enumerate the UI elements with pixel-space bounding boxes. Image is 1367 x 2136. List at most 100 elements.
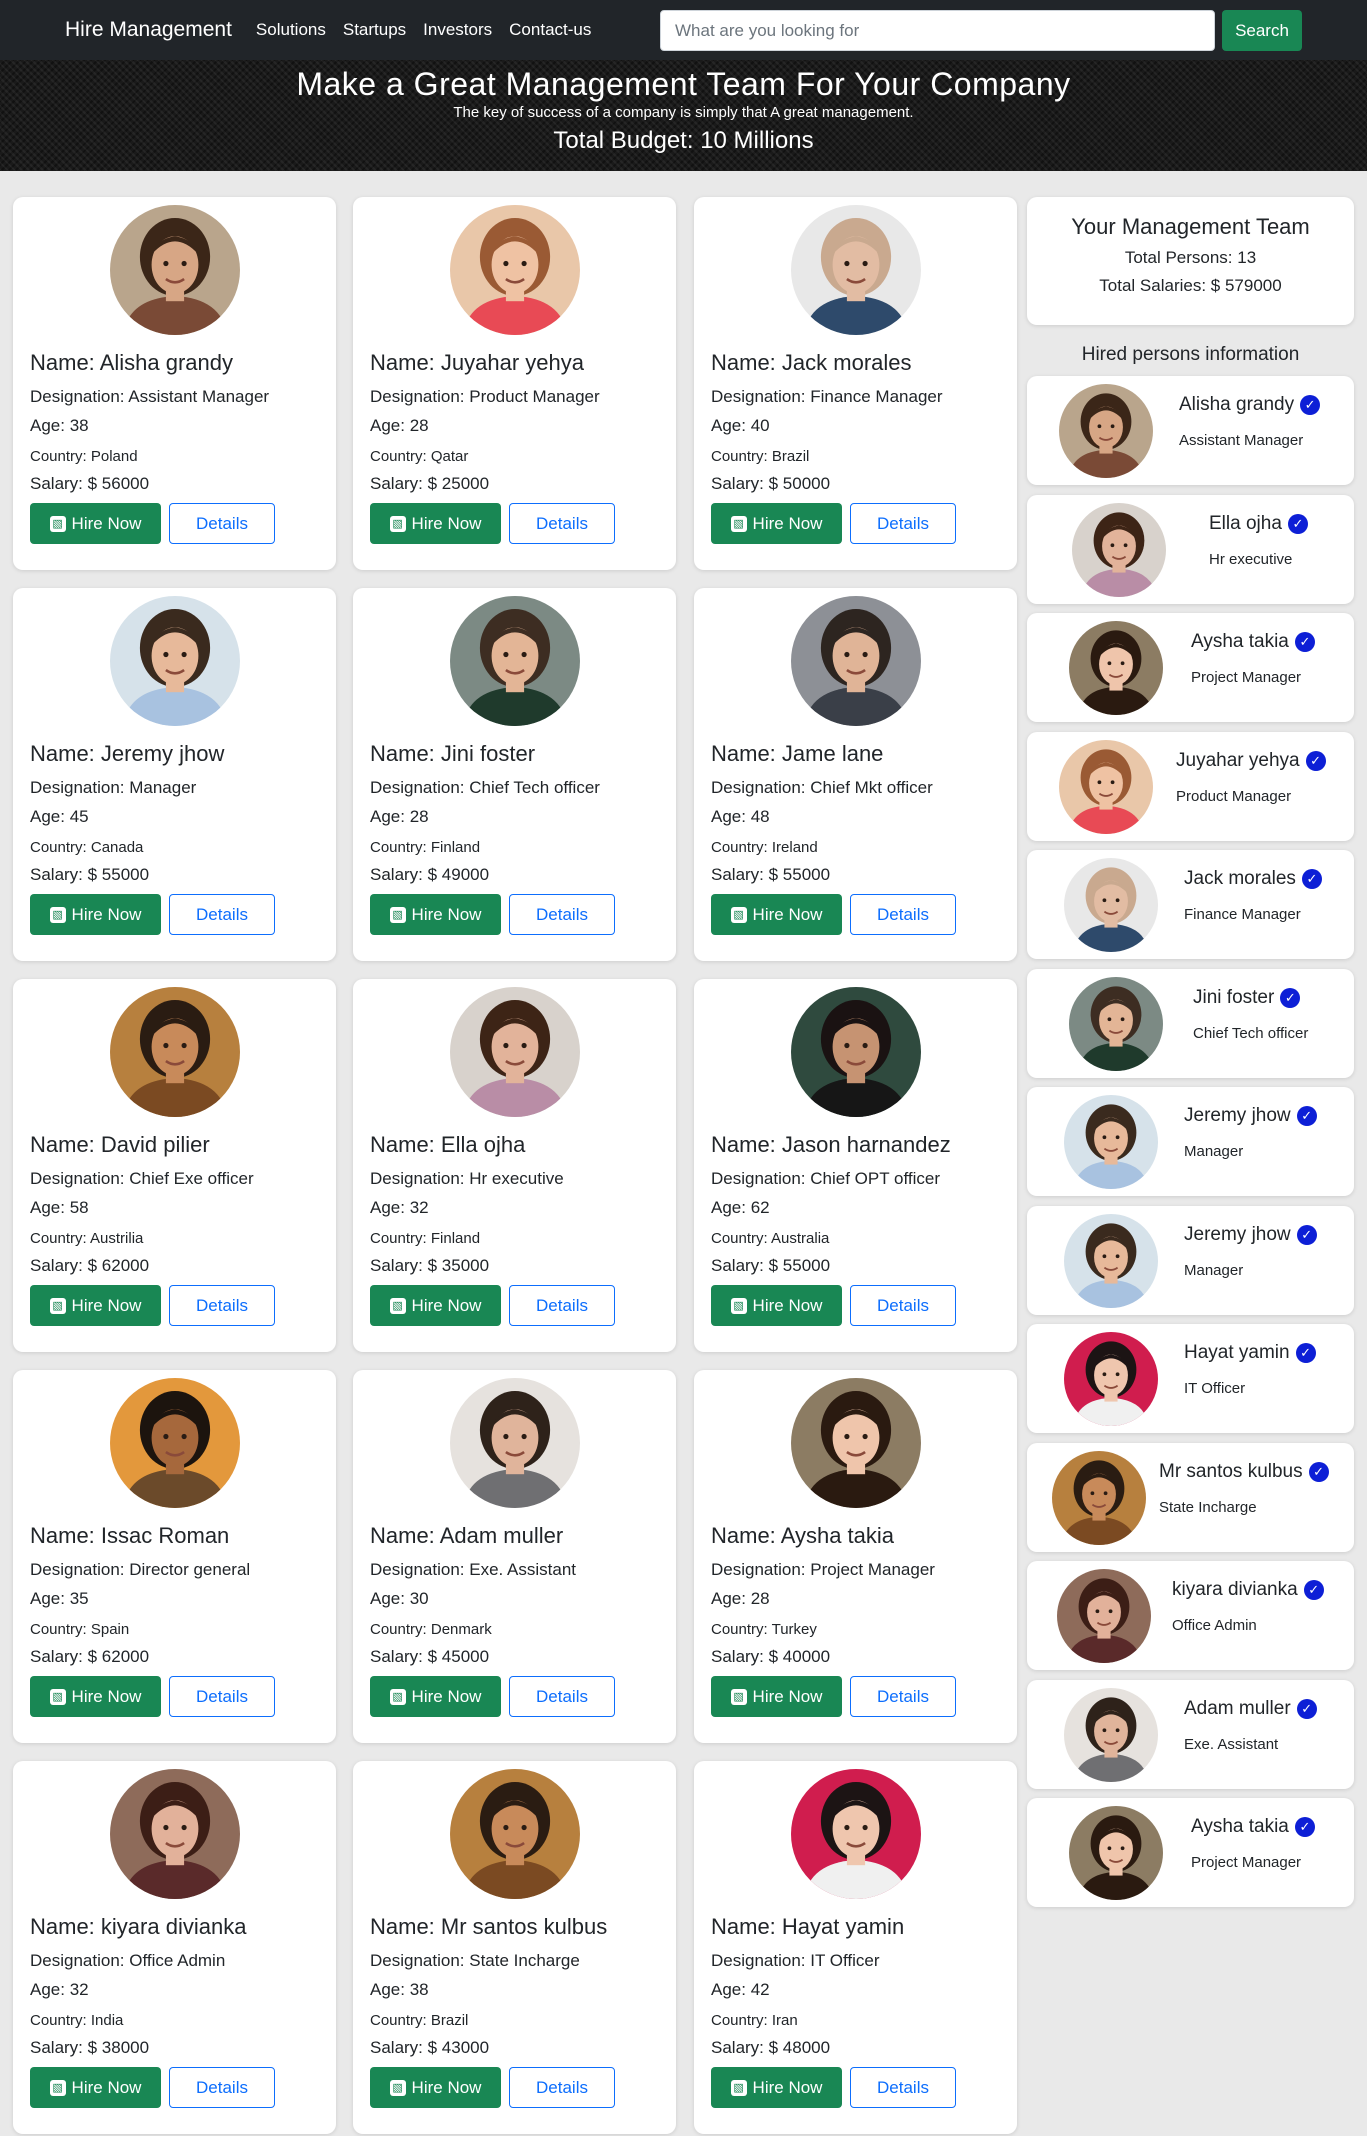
details-button[interactable]: Details [169, 1285, 275, 1326]
candidate-salary: Salary: $ 45000 [370, 1647, 490, 1666]
hired-person-card[interactable]: Jini foster ✓ Chief Tech officer [1027, 968, 1354, 1078]
hired-person-card[interactable]: Alisha grandy ✓ Assistant Manager [1027, 376, 1354, 485]
details-button[interactable]: Details [850, 1676, 956, 1717]
candidate-name: Name: Jame lane [711, 741, 884, 766]
candidate-designation: Designation: Chief Exe officer [30, 1169, 254, 1188]
avatar-image [110, 1769, 240, 1899]
candidate-photo [791, 1378, 921, 1508]
candidate-card: Name: Ella ojha Designation: Hr executive… [353, 979, 676, 1352]
details-button[interactable]: Details [509, 894, 615, 935]
hired-name: Adam muller [1184, 1697, 1291, 1719]
candidate-age: Age: 32 [30, 1980, 89, 1999]
details-button[interactable]: Details [169, 894, 275, 935]
candidate-card: Name: Jeremy jhow Designation: Manager Age… [13, 588, 336, 961]
hire-now-button[interactable]: ▧ Hire Now [711, 503, 842, 544]
details-button[interactable]: Details [509, 2067, 615, 2108]
hired-name-row: Alisha grandy ✓ [1179, 394, 1321, 416]
details-button[interactable]: Details [850, 894, 956, 935]
details-button[interactable]: Details [169, 503, 275, 544]
details-button[interactable]: Details [169, 1676, 275, 1717]
hire-now-button[interactable]: ▧ Hire Now [711, 894, 842, 935]
navbar: Hire Management Solutions Startups Inves… [0, 0, 1367, 60]
hire-now-label: Hire Now [71, 1686, 142, 1706]
hire-now-button[interactable]: ▧ Hire Now [711, 2067, 842, 2108]
hired-person-card[interactable]: Ella ojha ✓ Hr executive [1027, 494, 1354, 604]
search-input[interactable] [660, 10, 1215, 51]
verified-check-icon: ✓ [1308, 1461, 1329, 1482]
hire-now-button[interactable]: ▧ Hire Now [370, 1676, 501, 1717]
nav-link-investors[interactable]: Investors [423, 20, 492, 40]
candidate-age: Age: 32 [370, 1198, 429, 1217]
hired-name: Hayat yamin [1184, 1342, 1290, 1363]
candidate-name: Name: Jeremy jhow [30, 741, 225, 766]
hire-now-button[interactable]: ▧ Hire Now [30, 894, 161, 935]
hired-photo [1069, 976, 1163, 1071]
hire-now-label: Hire Now [411, 1686, 482, 1706]
search-button[interactable]: Search [1222, 10, 1302, 51]
details-button[interactable]: Details [850, 1285, 956, 1326]
details-button[interactable]: Details [850, 2067, 956, 2108]
hire-icon: ▧ [730, 906, 747, 923]
hire-now-button[interactable]: ▧ Hire Now [711, 1285, 842, 1326]
candidate-country: Country: Brazil [711, 448, 810, 465]
hire-now-button[interactable]: ▧ Hire Now [711, 1676, 842, 1717]
hire-now-button[interactable]: ▧ Hire Now [30, 2067, 161, 2108]
hire-now-button[interactable]: ▧ Hire Now [30, 1676, 161, 1717]
candidate-designation: Designation: Assistant Manager [30, 387, 270, 406]
candidate-designation: Designation: IT Officer [711, 1951, 880, 1970]
avatar-image [110, 596, 240, 726]
hire-now-button[interactable]: ▧ Hire Now [370, 1285, 501, 1326]
hired-person-card[interactable]: Aysha takia ✓ Project Manager [1027, 1798, 1354, 1907]
candidate-card: Name: Jack morales Designation: Finance M… [694, 197, 1017, 570]
hired-person-card[interactable]: kiyara divianka ✓ Office Admin [1027, 1561, 1354, 1670]
details-button[interactable]: Details [850, 503, 956, 544]
brand-logo-text[interactable]: Hire Management [65, 18, 232, 42]
hired-person-card[interactable]: Mr santos kulbus ✓ State Incharge [1027, 1442, 1354, 1552]
details-button[interactable]: Details [169, 2067, 275, 2108]
hero-banner: Make a Great Management Team For Your Co… [0, 60, 1367, 171]
hired-designation: Chief Tech officer [1193, 1024, 1309, 1042]
hired-designation: Assistant Manager [1179, 432, 1304, 449]
hired-name: Ella ojha [1209, 512, 1282, 534]
hired-person-card[interactable]: Adam muller ✓ Exe. Assistant [1027, 1679, 1354, 1789]
details-button[interactable]: Details [509, 1676, 615, 1717]
candidate-salary: Salary: $ 55000 [711, 1256, 831, 1275]
candidate-name: Name: Jini foster [370, 741, 536, 766]
hired-person-card[interactable]: Aysha takia ✓ Project Manager [1027, 613, 1354, 722]
verified-check-icon: ✓ [1296, 1698, 1317, 1719]
candidate-salary: Salary: $ 55000 [711, 865, 831, 884]
candidate-country: Country: Brazil [370, 2012, 469, 2029]
avatar-image [791, 596, 921, 726]
nav-link-startups[interactable]: Startups [343, 20, 406, 40]
candidate-age: Age: 48 [711, 807, 770, 826]
avatar-image [1064, 1687, 1158, 1782]
nav-link-solutions[interactable]: Solutions [256, 20, 326, 40]
candidate-age: Age: 28 [370, 807, 429, 826]
hired-person-card[interactable]: Jack morales ✓ Finance Manager [1027, 850, 1354, 959]
candidate-country: Country: Finland [370, 1230, 481, 1247]
hired-person-card[interactable]: Jeremy jhow ✓ Manager [1027, 1205, 1354, 1315]
hired-person-card[interactable]: Jeremy jhow ✓ Manager [1027, 1087, 1354, 1196]
hired-person-card[interactable]: Juyahar yehya ✓ Product Manager [1027, 731, 1354, 841]
avatar-image [1069, 1806, 1163, 1900]
hire-now-button[interactable]: ▧ Hire Now [370, 2067, 501, 2108]
candidate-age: Age: 42 [711, 1980, 770, 1999]
hire-now-label: Hire Now [411, 904, 482, 924]
hire-now-button[interactable]: ▧ Hire Now [30, 1285, 161, 1326]
details-button[interactable]: Details [509, 503, 615, 544]
nav-link-contact-us[interactable]: Contact-us [509, 20, 591, 40]
avatar-image [791, 1378, 921, 1508]
hire-now-button[interactable]: ▧ Hire Now [30, 503, 161, 544]
hired-designation: Office Admin [1172, 1617, 1257, 1634]
candidate-card: Name: Jame lane Designation: Chief Mkt of… [694, 588, 1017, 961]
candidate-card: Name: Jason harnandez Designation: Chief … [694, 979, 1017, 1352]
hire-icon: ▧ [49, 2079, 66, 2096]
candidate-designation: Designation: Chief Tech officer [370, 778, 600, 797]
hero-subtitle: The key of success of a company is simpl… [453, 104, 914, 121]
hired-section-title: Hired persons information [1081, 344, 1300, 365]
hired-person-card[interactable]: Hayat yamin ✓ IT Officer [1027, 1324, 1354, 1433]
hire-now-button[interactable]: ▧ Hire Now [370, 503, 501, 544]
hire-now-button[interactable]: ▧ Hire Now [370, 894, 501, 935]
avatar-image [1052, 1450, 1146, 1545]
details-button[interactable]: Details [509, 1285, 615, 1326]
